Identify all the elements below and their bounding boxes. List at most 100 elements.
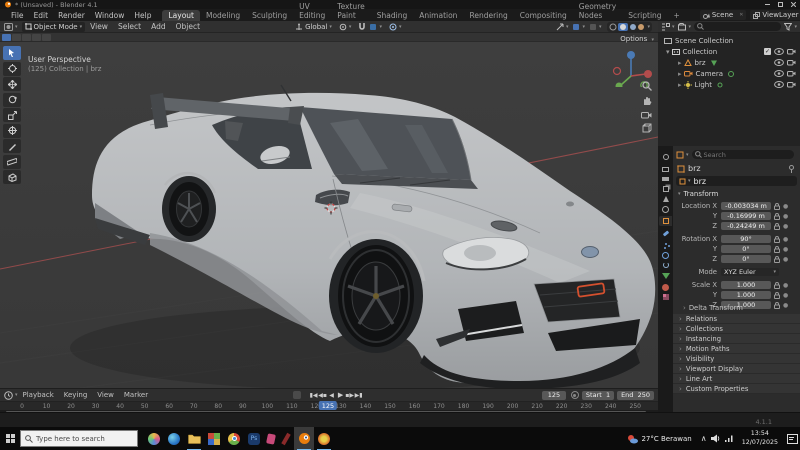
tool-add-primitive[interactable] bbox=[3, 170, 21, 184]
transform-value-field[interactable]: 90° bbox=[721, 234, 771, 244]
timeline-menu-item[interactable]: Playback bbox=[18, 391, 59, 399]
proportional-editing-icon[interactable] bbox=[389, 23, 397, 31]
shading-rendered-icon[interactable] bbox=[637, 23, 645, 31]
outliner-row-light[interactable]: ▸ Light bbox=[678, 79, 724, 90]
tab-object-icon[interactable] bbox=[659, 216, 672, 226]
tab-output-icon[interactable] bbox=[659, 174, 672, 184]
lock-icon[interactable] bbox=[774, 235, 780, 243]
lock-icon[interactable] bbox=[774, 291, 780, 299]
select-mode-intersect-icon[interactable] bbox=[42, 33, 51, 41]
taskbar-widgets-icon[interactable] bbox=[144, 427, 164, 450]
camera-toggle-icon[interactable] bbox=[787, 48, 796, 55]
close-button[interactable] bbox=[787, 0, 800, 9]
auto-keying-icon[interactable] bbox=[570, 391, 579, 399]
filter-icon[interactable] bbox=[784, 22, 793, 31]
workspace-tab[interactable]: UV Editing bbox=[293, 1, 331, 21]
animate-dot-icon[interactable]: ● bbox=[783, 292, 788, 299]
timeline-editor-icon[interactable] bbox=[4, 390, 13, 400]
transform-value-field[interactable]: -0.24249 m bbox=[721, 221, 771, 231]
outliner-row-brz[interactable]: ▸ brz bbox=[678, 57, 718, 68]
lock-icon[interactable] bbox=[774, 245, 780, 253]
transform-panel-header[interactable]: ▾ Transform bbox=[676, 190, 718, 198]
transform-value-field[interactable]: -0.003034 m bbox=[721, 201, 771, 211]
shading-wireframe-icon[interactable] bbox=[609, 23, 617, 31]
pivot-point-icon[interactable] bbox=[339, 23, 347, 31]
prev-keyframe-icon[interactable]: ◀▪ bbox=[318, 392, 327, 399]
end-frame-field[interactable]: End 250 bbox=[617, 390, 654, 400]
shading-material-icon[interactable] bbox=[629, 23, 637, 31]
animate-dot-icon[interactable]: ● bbox=[783, 256, 788, 263]
outliner-row-collection[interactable]: ▾ Collection bbox=[666, 46, 717, 57]
animate-dot-icon[interactable]: ● bbox=[783, 223, 788, 230]
outliner-row-scene-collection[interactable]: Scene Collection bbox=[664, 35, 733, 46]
action-center-icon[interactable] bbox=[784, 433, 800, 444]
tray-volume-icon[interactable] bbox=[710, 434, 723, 443]
tab-viewlayer-icon[interactable] bbox=[659, 184, 672, 194]
tray-network-icon[interactable] bbox=[723, 434, 736, 443]
tool-scale[interactable] bbox=[3, 108, 21, 122]
new-collection-icon[interactable] bbox=[677, 22, 687, 31]
shading-solid-icon[interactable] bbox=[619, 23, 627, 31]
workspace-tab[interactable]: + bbox=[668, 10, 686, 21]
lock-icon[interactable] bbox=[774, 212, 780, 220]
lock-icon[interactable] bbox=[774, 301, 780, 309]
lock-icon[interactable] bbox=[774, 202, 780, 210]
taskbar-edge-icon[interactable] bbox=[164, 427, 184, 450]
properties-panel[interactable]: Line Art bbox=[673, 374, 800, 384]
xray-toggle-icon[interactable] bbox=[589, 23, 597, 31]
jump-to-start-icon[interactable]: ▮◀ bbox=[309, 392, 318, 399]
eye-icon[interactable] bbox=[774, 70, 784, 77]
animate-dot-icon[interactable]: ● bbox=[783, 302, 788, 309]
properties-panel[interactable]: Motion Paths bbox=[673, 344, 800, 354]
outliner-row-camera[interactable]: ▸ Camera bbox=[678, 68, 735, 79]
tab-texture-icon[interactable] bbox=[659, 292, 672, 302]
select-mode-subtract-icon[interactable] bbox=[22, 33, 31, 41]
viewport-menu-item[interactable]: View bbox=[85, 22, 113, 31]
timeline-menu-item[interactable]: Marker bbox=[119, 391, 153, 399]
snap-magnet-icon[interactable] bbox=[358, 22, 366, 31]
lock-icon[interactable] bbox=[774, 222, 780, 230]
play-icon[interactable]: ▶ bbox=[336, 391, 345, 399]
properties-panel[interactable]: Visibility bbox=[673, 354, 800, 364]
menu-item[interactable]: Help bbox=[129, 11, 156, 20]
animate-dot-icon[interactable]: ● bbox=[783, 203, 788, 210]
lock-icon[interactable] bbox=[774, 281, 780, 289]
tool-select-box[interactable] bbox=[3, 46, 21, 60]
delta-transform-panel[interactable]: › Delta Transform bbox=[683, 304, 743, 312]
properties-panel[interactable]: Custom Properties bbox=[673, 384, 800, 394]
tool-transform[interactable] bbox=[3, 123, 21, 138]
current-frame-field[interactable]: 125 bbox=[541, 390, 566, 400]
transform-value-field[interactable]: 0° bbox=[721, 254, 771, 264]
camera-toggle-icon[interactable] bbox=[787, 59, 796, 66]
current-frame-indicator[interactable]: 125 bbox=[318, 401, 338, 410]
tray-chevron-icon[interactable]: ∧ bbox=[698, 434, 710, 443]
eye-icon[interactable] bbox=[774, 81, 784, 88]
properties-panel[interactable]: Instancing bbox=[673, 334, 800, 344]
taskbar-search-input[interactable]: Type here to search bbox=[20, 430, 138, 447]
tab-constraints-icon[interactable] bbox=[659, 260, 672, 270]
tab-render-icon[interactable] bbox=[659, 164, 672, 174]
properties-panel[interactable]: Relations bbox=[673, 314, 800, 324]
camera-toggle-icon[interactable] bbox=[787, 70, 796, 77]
options-button[interactable]: Options ▾ bbox=[620, 35, 654, 43]
editor-type-icon[interactable] bbox=[4, 22, 13, 31]
start-button[interactable] bbox=[0, 427, 20, 450]
camera-toggle-icon[interactable] bbox=[787, 81, 796, 88]
tool-move[interactable] bbox=[3, 77, 21, 91]
taskbar-pink-app-icon[interactable] bbox=[264, 427, 278, 450]
tab-physics-icon[interactable] bbox=[659, 250, 672, 260]
playback-sync-icon[interactable] bbox=[293, 391, 302, 399]
eye-icon[interactable] bbox=[774, 59, 784, 66]
breadcrumb-object-icon[interactable] bbox=[676, 151, 684, 159]
checkbox-icon[interactable]: ✓ bbox=[764, 48, 771, 55]
animate-dot-icon[interactable]: ● bbox=[783, 282, 788, 289]
workspace-tab[interactable]: Geometry Nodes bbox=[573, 1, 622, 21]
object-name-field[interactable]: ▾ brz bbox=[676, 176, 797, 186]
workspace-tab[interactable]: Modeling bbox=[200, 10, 246, 21]
tray-weather-icon[interactable] bbox=[627, 434, 639, 444]
tab-world-icon[interactable] bbox=[659, 204, 672, 214]
menu-item[interactable]: File bbox=[6, 11, 29, 20]
animate-dot-icon[interactable]: ● bbox=[783, 246, 788, 253]
tool-measure[interactable] bbox=[3, 154, 21, 169]
tab-tool-icon[interactable] bbox=[659, 152, 672, 162]
